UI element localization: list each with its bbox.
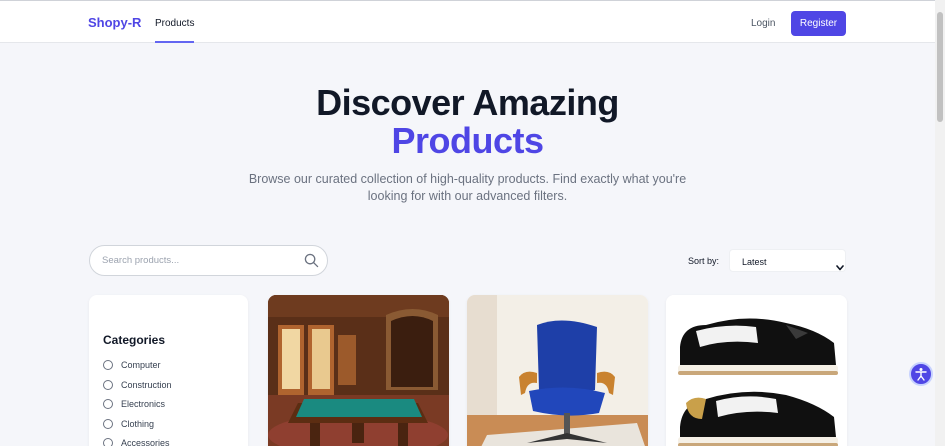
search-icon[interactable]: [304, 253, 319, 273]
radio-button[interactable]: [103, 380, 113, 390]
page-scrollbar[interactable]: [935, 0, 945, 446]
radio-button[interactable]: [103, 360, 113, 370]
radio-button[interactable]: [103, 399, 113, 409]
product-image-billiard-table[interactable]: [268, 295, 449, 446]
categories-title: Categories: [103, 333, 166, 347]
category-option-electronics[interactable]: Electronics: [103, 397, 165, 411]
category-option-construction[interactable]: Construction: [103, 378, 172, 392]
accessibility-icon: [915, 368, 927, 381]
hero-title-accent: Products: [391, 120, 544, 161]
category-label: Construction: [121, 380, 172, 390]
product-card[interactable]: [666, 295, 847, 446]
sort-label: Sort by:: [688, 256, 720, 266]
scrollbar-thumb[interactable]: [937, 12, 943, 122]
category-label: Clothing: [121, 419, 155, 429]
filter-sidebar: Categories Computer Construction Electro…: [89, 295, 248, 446]
category-label: Accessories: [121, 438, 170, 446]
category-option-computer[interactable]: Computer: [103, 358, 161, 372]
hero-subtitle: Browse our curated collection of high-qu…: [248, 172, 687, 203]
brand-logo[interactable]: Shopy-R: [88, 15, 141, 30]
login-link[interactable]: Login: [751, 18, 775, 29]
radio-button[interactable]: [103, 419, 113, 429]
sort-select[interactable]: Latest: [729, 249, 846, 272]
search-box[interactable]: Search products...: [89, 245, 328, 276]
category-option-accessories[interactable]: Accessories: [103, 436, 170, 446]
product-image-sneakers[interactable]: [666, 295, 847, 446]
radio-button[interactable]: [103, 438, 113, 446]
category-option-clothing[interactable]: Clothing: [103, 417, 154, 431]
hero-title: Discover Amazing Products: [0, 84, 935, 160]
product-image-office-chair[interactable]: [467, 295, 648, 446]
product-card[interactable]: [467, 295, 648, 446]
category-label: Computer: [121, 360, 161, 370]
register-button[interactable]: Register: [791, 11, 846, 36]
sort-selected-value: Latest: [742, 257, 767, 267]
hero-title-line1: Discover Amazing: [316, 82, 619, 123]
nav-products-link[interactable]: Products: [155, 18, 195, 43]
search-input[interactable]: Search products...: [102, 255, 179, 266]
category-label: Electronics: [121, 399, 166, 409]
accessibility-button[interactable]: [909, 362, 933, 386]
product-card[interactable]: [268, 295, 449, 446]
chevron-down-icon: [836, 258, 844, 276]
top-navbar: Shopy-R Products Login Register: [0, 0, 935, 43]
